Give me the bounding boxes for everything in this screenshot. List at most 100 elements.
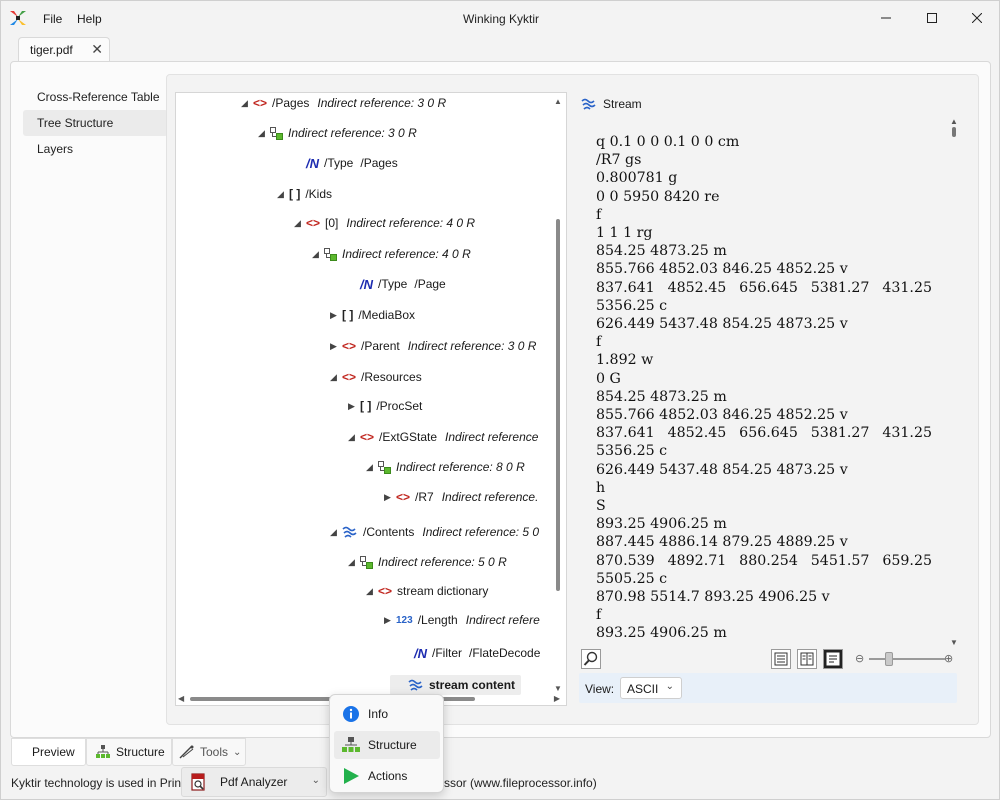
pdf-analyzer-icon bbox=[191, 773, 205, 791]
tree-row[interactable]: ▶ <> /R7 Indirect reference. bbox=[384, 487, 538, 507]
collapsed-arrow-icon[interactable]: ▶ bbox=[348, 401, 360, 412]
tree-row-reference: Indirect reference: 4 0 R bbox=[346, 216, 476, 230]
tree-view[interactable]: ◢ <>/Pages Indirect reference: 3 0 R ◢ Indir… bbox=[175, 92, 567, 706]
tab-tools[interactable]: Tools ⌄ bbox=[172, 738, 246, 766]
find-button[interactable] bbox=[581, 649, 601, 669]
info-icon bbox=[343, 706, 359, 722]
tree-row[interactable]: ◢ <> [0] Indirect reference: 4 0 R bbox=[294, 213, 475, 233]
collapsed-arrow-icon[interactable]: ▶ bbox=[384, 492, 396, 503]
maximize-button[interactable] bbox=[909, 1, 955, 35]
tree-row-reference: Indirect reference: 8 0 R bbox=[396, 460, 525, 474]
tree-row-label: /R7 bbox=[415, 490, 434, 504]
nav-item-layers[interactable]: Layers bbox=[23, 136, 168, 162]
tree-row[interactable]: ◢ /Contents Indirect reference: 5 0 bbox=[330, 522, 539, 542]
tree-row[interactable]: ◢ <> /Resources bbox=[330, 367, 422, 387]
tree-row-selected[interactable]: stream content bbox=[390, 675, 522, 695]
tree-row-reference: Indirect refere bbox=[465, 613, 540, 627]
expanded-arrow-icon[interactable]: ◢ bbox=[348, 432, 360, 443]
collapsed-arrow-icon[interactable]: ▶ bbox=[330, 310, 342, 321]
stream-content-text[interactable]: q 0.1 0 0 0.1 0 0 cm/R7 gs 0.800781 g0 0 … bbox=[596, 133, 932, 641]
expanded-arrow-icon[interactable]: ◢ bbox=[294, 218, 306, 229]
tree-row-label: [0] bbox=[325, 216, 339, 230]
expanded-arrow-icon[interactable]: ◢ bbox=[277, 189, 289, 200]
tree-row-label: /Pages bbox=[272, 96, 310, 110]
expanded-arrow-icon[interactable]: ◢ bbox=[366, 586, 378, 597]
scroll-down-arrow-icon[interactable]: ▼ bbox=[554, 684, 562, 693]
expanded-arrow-icon[interactable]: ◢ bbox=[366, 462, 378, 473]
single-column-button[interactable] bbox=[771, 649, 791, 669]
tree-row[interactable]: /N/Type/Page bbox=[348, 274, 446, 294]
popup-item-info[interactable]: Info bbox=[334, 700, 440, 728]
document-tab-label: tiger.pdf bbox=[30, 43, 73, 57]
popup-item-structure[interactable]: Structure bbox=[334, 731, 440, 759]
nav-item-label: Tree Structure bbox=[37, 116, 114, 130]
tree-row[interactable]: ◢ <> /Pages Indirect reference: 3 0 R bbox=[241, 93, 446, 113]
pdf-analyzer-button[interactable]: Pdf Analyzer ⌄ bbox=[181, 767, 327, 797]
scroll-up-arrow-icon[interactable]: ▲ bbox=[950, 117, 958, 126]
tree-vscroll-thumb[interactable] bbox=[556, 219, 560, 591]
tab-preview[interactable]: Preview bbox=[11, 738, 86, 766]
expanded-arrow-icon[interactable]: ◢ bbox=[330, 527, 342, 538]
tree-row-reference: Indirect reference: 4 0 R bbox=[342, 247, 471, 261]
view-mode-select[interactable]: ASCII ⌄ bbox=[620, 677, 682, 699]
status-text: Kyktir technology is used in Prin bbox=[11, 776, 182, 790]
tree-row[interactable]: /N/Filter/FlateDecode bbox=[402, 643, 540, 663]
nav-item-cross-reference-table[interactable]: Cross-Reference Table bbox=[23, 84, 168, 110]
tree-row[interactable]: ◢ <> stream dictionary bbox=[366, 581, 488, 601]
scroll-right-arrow-icon[interactable]: ▶ bbox=[554, 694, 560, 703]
expanded-arrow-icon[interactable]: ◢ bbox=[330, 372, 342, 383]
title-bar: File Help Winking Kyktir bbox=[1, 1, 1000, 35]
tree-vertical-scrollbar[interactable]: ▲ ▼ bbox=[554, 97, 562, 693]
stream-line: f bbox=[596, 334, 602, 351]
tree-row[interactable]: ◢[ ] /Kids bbox=[277, 184, 332, 204]
tree-row[interactable]: ◢ Indirect reference: 4 0 R bbox=[312, 244, 471, 264]
zoom-slider-track[interactable] bbox=[869, 658, 945, 660]
stream-line: 1.892 w bbox=[596, 352, 654, 369]
tree-row[interactable]: ▶[ ] /MediaBox bbox=[330, 305, 415, 325]
tree-row[interactable]: ◢ Indirect reference: 5 0 R bbox=[348, 552, 507, 572]
text-view-button[interactable] bbox=[823, 649, 843, 669]
dictionary-icon: <> bbox=[342, 370, 357, 384]
two-column-button[interactable] bbox=[797, 649, 817, 669]
scroll-down-arrow-icon[interactable]: ▼ bbox=[950, 638, 958, 647]
tree-row-label: /ExtGState bbox=[379, 430, 438, 444]
tree-row[interactable]: ▶[ ] /ProcSet bbox=[348, 396, 422, 416]
tree-row-label: stream content bbox=[429, 678, 516, 692]
status-bar: Kyktir technology is used in Prin bbox=[11, 776, 181, 790]
stream-header: Stream bbox=[581, 96, 642, 112]
tree-row[interactable]: ◢ Indirect reference: 8 0 R bbox=[366, 457, 525, 477]
expanded-arrow-icon[interactable]: ◢ bbox=[348, 557, 360, 568]
tree-row[interactable]: ◢ Indirect reference: 3 0 R bbox=[258, 123, 417, 143]
stream-vscroll-thumb[interactable] bbox=[952, 127, 956, 137]
expanded-arrow-icon[interactable]: ◢ bbox=[241, 98, 253, 109]
tree-row-label: /Length bbox=[417, 613, 458, 627]
dictionary-icon: <> bbox=[378, 584, 393, 598]
popup-item-actions[interactable]: Actions bbox=[334, 762, 440, 790]
scroll-up-arrow-icon[interactable]: ▲ bbox=[554, 97, 562, 106]
chevron-down-icon: ⌄ bbox=[311, 775, 320, 786]
document-tab[interactable]: tiger.pdf ✕ bbox=[18, 37, 110, 61]
minimize-button[interactable] bbox=[863, 1, 909, 35]
tab-close-icon[interactable]: ✕ bbox=[91, 41, 103, 58]
tree-row-label: /Resources bbox=[361, 370, 422, 384]
tree-row[interactable]: /N/Type/Pages bbox=[294, 153, 398, 173]
tree-row[interactable]: ▶ 123/Length Indirect refere bbox=[384, 610, 540, 630]
zoom-out-icon[interactable]: ⊖ bbox=[855, 652, 864, 665]
nav-item-tree-structure[interactable]: Tree Structure bbox=[23, 110, 168, 136]
tab-structure[interactable]: Structure bbox=[86, 738, 172, 766]
scroll-left-arrow-icon[interactable]: ◀ bbox=[178, 694, 184, 703]
stream-vertical-scrollbar[interactable]: ▲ ▼ bbox=[949, 117, 959, 647]
zoom-slider-thumb[interactable] bbox=[885, 652, 893, 666]
tree-row[interactable]: ▶ <> /Parent Indirect reference: 3 0 R bbox=[330, 336, 536, 356]
tree-row-label: stream dictionary bbox=[397, 584, 489, 598]
tree-row[interactable]: ◢ <> /ExtGState Indirect reference bbox=[348, 427, 538, 447]
close-window-button[interactable] bbox=[954, 1, 1000, 35]
collapsed-arrow-icon[interactable]: ▶ bbox=[330, 341, 342, 352]
stream-line: 5356.25 c bbox=[596, 297, 668, 314]
expanded-arrow-icon[interactable]: ◢ bbox=[312, 249, 324, 260]
collapsed-arrow-icon[interactable]: ▶ bbox=[384, 615, 396, 626]
tree-row-label: /Kids bbox=[305, 187, 333, 201]
expanded-arrow-icon[interactable]: ◢ bbox=[258, 128, 270, 139]
view-bar: View: ASCII ⌄ bbox=[579, 673, 957, 703]
zoom-in-icon[interactable]: ⊕ bbox=[944, 652, 953, 665]
